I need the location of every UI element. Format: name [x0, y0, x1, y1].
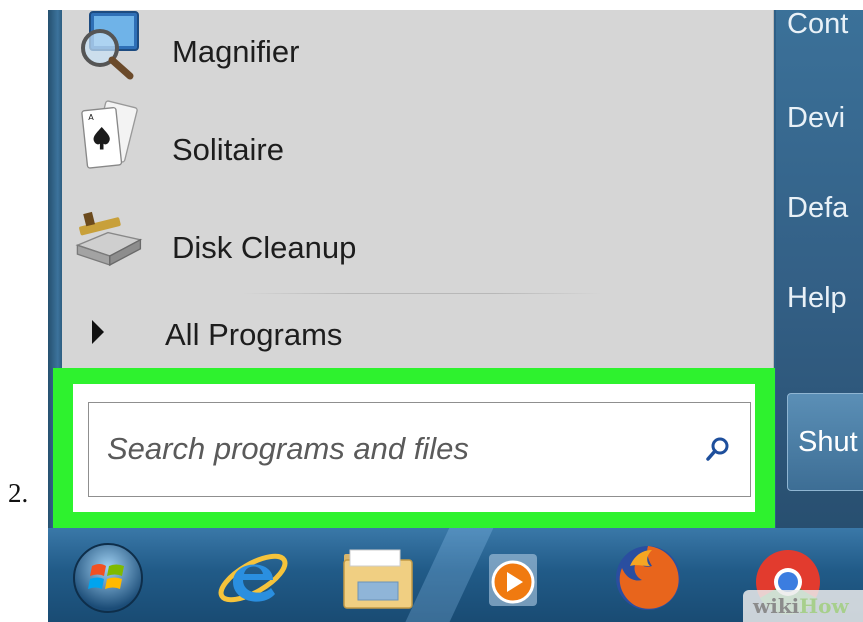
right-item-help[interactable]: Help [787, 282, 847, 315]
solitaire-icon: A [81, 100, 138, 169]
start-menu: Magnifier A Solitaire Disk Cleanup All P… [48, 10, 863, 528]
search-area [73, 384, 755, 512]
search-input[interactable] [105, 423, 669, 475]
magnifier-icon [81, 11, 139, 80]
media-player-icon[interactable] [473, 536, 553, 616]
watermark-part2: How [799, 594, 849, 618]
shutdown-label: Shut [798, 426, 858, 458]
search-box[interactable] [88, 402, 751, 497]
search-icon[interactable] [704, 435, 732, 463]
right-item-devices[interactable]: Devi [787, 102, 845, 135]
windows-logo-icon[interactable] [68, 536, 148, 616]
programs-pane: Magnifier A Solitaire Disk Cleanup All P… [62, 10, 774, 368]
all-programs-button[interactable]: All Programs [62, 310, 762, 360]
right-item-control-panel[interactable]: Cont [787, 10, 848, 41]
menu-divider [242, 293, 602, 294]
taskbar: wikiHow [48, 528, 863, 622]
wikihow-watermark: wikiHow [743, 590, 863, 622]
program-item-magnifier[interactable]: Magnifier [62, 10, 762, 90]
step-number: 2. [8, 478, 29, 508]
program-label: Solitaire [172, 132, 284, 167]
shutdown-button[interactable]: Shut [787, 393, 863, 491]
folder-icon[interactable] [338, 536, 418, 616]
watermark-part1: wiki [753, 594, 800, 618]
program-item-disk-cleanup[interactable]: Disk Cleanup [62, 196, 762, 286]
svg-text:A: A [88, 112, 94, 122]
search-highlight-box [53, 368, 775, 528]
firefox-icon[interactable] [608, 536, 688, 616]
arrow-right-icon [92, 320, 104, 344]
disk-cleanup-icon [75, 211, 143, 267]
internet-explorer-icon[interactable] [213, 536, 293, 616]
program-label: Magnifier [172, 34, 300, 69]
right-item-default-programs[interactable]: Defa [787, 192, 848, 225]
program-item-solitaire[interactable]: A Solitaire [62, 98, 762, 188]
right-pane: Cont Devi Defa Help Shut [776, 10, 863, 528]
program-label: Disk Cleanup [172, 230, 357, 265]
all-programs-label: All Programs [165, 317, 343, 352]
